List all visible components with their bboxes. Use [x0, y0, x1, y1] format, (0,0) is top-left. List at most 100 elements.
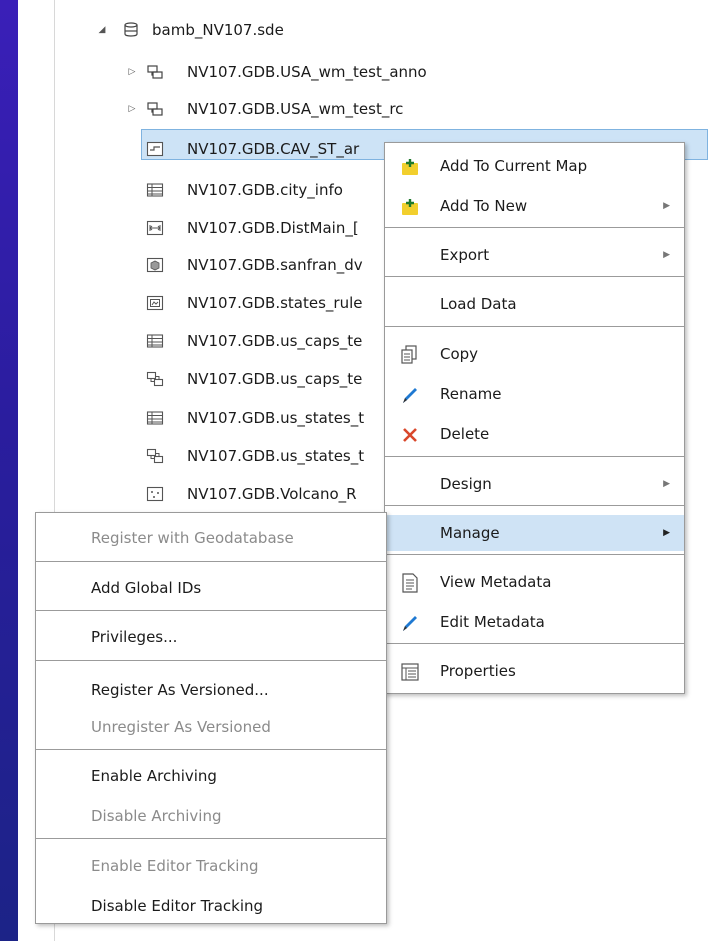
tree-item[interactable]: NV107.GDB.us_caps_te [125, 365, 425, 393]
expand-arrow[interactable]: ▷ [125, 95, 139, 123]
add-data-icon [402, 159, 418, 175]
menu-separator [36, 749, 386, 750]
line-feature-class-icon [146, 141, 164, 157]
menu-separator [36, 838, 386, 839]
submenu-item-disable-editor-tracking[interactable]: Disable Editor Tracking [36, 891, 386, 921]
table-icon [146, 334, 164, 348]
submenu-item-register-with-geodatabase: Register with Geodatabase [36, 523, 386, 553]
menu-item-add-to-new[interactable]: Add To New ▶ [385, 188, 684, 224]
menu-item-export[interactable]: Export ▶ [385, 237, 684, 273]
menu-separator [36, 660, 386, 661]
menu-item-load-data[interactable]: Load Data [385, 286, 684, 322]
expand-collapse-arrow[interactable]: ◢ [95, 16, 109, 44]
submenu-item-privileges[interactable]: Privileges... [36, 622, 386, 652]
tree-item-label: NV107.GDB.us_states_t [187, 409, 365, 427]
table-icon [146, 411, 164, 425]
properties-icon [401, 663, 419, 681]
pencil-icon [403, 616, 417, 631]
tree-item[interactable]: NV107.GDB.sanfran_dv [125, 251, 425, 279]
menu-separator [385, 456, 684, 457]
menu-item-delete[interactable]: Delete [385, 416, 684, 452]
point-feature-class-icon [146, 486, 164, 502]
submenu-item-label: Disable Editor Tracking [91, 897, 264, 915]
menu-item-label: Add To New [440, 197, 528, 215]
tree-item-label: NV107.GDB.us_caps_te [187, 370, 363, 388]
submenu-item-label: Register with Geodatabase [91, 529, 294, 547]
dimension-icon [146, 220, 164, 236]
menu-item-label: Load Data [440, 295, 517, 313]
tree-item-label: NV107.GDB.sanfran_dv [187, 256, 363, 274]
submenu-item-unregister-as-versioned: Unregister As Versioned [36, 712, 386, 742]
menu-separator [36, 561, 386, 562]
tree-item[interactable]: NV107.GDB.us_caps_te [125, 327, 425, 355]
database-icon [124, 22, 138, 37]
table-icon [146, 183, 164, 197]
submenu-item-label: Register As Versioned... [91, 681, 269, 699]
submenu-item-label: Enable Editor Tracking [91, 857, 259, 875]
tree-item[interactable]: NV107.GDB.states_rule [125, 289, 425, 317]
tree-item-label: NV107.GDB.states_rule [187, 294, 363, 312]
submenu-item-label: Enable Archiving [91, 767, 217, 785]
pencil-icon [403, 388, 417, 403]
menu-item-view-metadata[interactable]: View Metadata [385, 564, 684, 600]
menu-item-label: Manage [440, 524, 500, 542]
tree-item[interactable]: ▷ NV107.GDB.USA_wm_test_anno [125, 58, 427, 86]
raster-icon [146, 295, 164, 311]
menu-item-properties[interactable]: Properties [385, 653, 684, 689]
tree-item[interactable]: NV107.GDB.city_info [125, 176, 425, 204]
feature-dataset-icon [147, 65, 163, 79]
menu-item-copy[interactable]: Copy [385, 336, 684, 372]
relationship-class-icon [146, 371, 164, 387]
tree-item-label: NV107.GDB.Volcano_R [187, 485, 357, 503]
tree-item-label: NV107.GDB.DistMain_[ [187, 219, 359, 237]
menu-item-label: Export [440, 246, 490, 264]
menu-item-manage[interactable]: Manage ▶ [385, 515, 684, 551]
submenu-item-label: Privileges... [91, 628, 178, 646]
tree-item[interactable]: ▷ NV107.GDB.USA_wm_test_rc [125, 95, 425, 123]
menu-separator [385, 505, 684, 506]
submenu-arrow-icon: ▶ [663, 479, 670, 489]
menu-item-rename[interactable]: Rename [385, 376, 684, 412]
tree-item-label: NV107.GDB.CAV_ST_ar [187, 140, 360, 158]
menu-item-label: Add To Current Map [440, 157, 588, 175]
copy-icon [401, 345, 417, 364]
expand-arrow[interactable]: ▷ [125, 58, 139, 86]
menu-item-design[interactable]: Design ▶ [385, 466, 684, 502]
add-data-icon [402, 199, 418, 215]
submenu-item-disable-archiving: Disable Archiving [36, 801, 386, 831]
manage-submenu: Register with Geodatabase Add Global IDs P… [35, 512, 387, 924]
submenu-arrow-icon: ▶ [663, 528, 670, 538]
tree-item[interactable]: NV107.GDB.Volcano_R [125, 480, 425, 508]
submenu-item-label: Unregister As Versioned [91, 718, 271, 736]
tree-item-root[interactable]: ◢ bamb_NV107.sde [95, 16, 395, 44]
tree-item-label: bamb_NV107.sde [152, 21, 284, 39]
tree-item[interactable]: NV107.GDB.us_states_t [125, 404, 425, 432]
submenu-arrow-icon: ▶ [663, 250, 670, 260]
feature-dataset-icon [147, 102, 163, 116]
multipatch-icon [146, 257, 164, 273]
submenu-item-add-global-ids[interactable]: Add Global IDs [36, 573, 386, 603]
tree-item-label: NV107.GDB.USA_wm_test_anno [187, 63, 427, 81]
menu-separator [385, 554, 684, 555]
tree-item-label: NV107.GDB.USA_wm_test_rc [187, 100, 404, 118]
context-menu: Add To Current Map Add To New ▶ Export ▶ Load… [384, 142, 685, 694]
menu-item-label: View Metadata [440, 573, 552, 591]
submenu-item-label: Disable Archiving [91, 807, 222, 825]
tree-item-label: NV107.GDB.city_info [187, 181, 343, 199]
submenu-item-register-as-versioned[interactable]: Register As Versioned... [36, 675, 386, 705]
menu-item-label: Copy [440, 345, 479, 363]
menu-item-label: Edit Metadata [440, 613, 545, 631]
menu-item-edit-metadata[interactable]: Edit Metadata [385, 604, 684, 640]
delete-x-icon [403, 428, 417, 442]
tree-item[interactable]: NV107.GDB.us_states_t [125, 442, 425, 470]
tree-item[interactable]: NV107.GDB.CAV_ST_ar [125, 135, 425, 163]
submenu-item-enable-editor-tracking: Enable Editor Tracking [36, 851, 386, 881]
tree-item[interactable]: NV107.GDB.DistMain_[ [125, 214, 425, 242]
tree-item-label: NV107.GDB.us_caps_te [187, 332, 363, 350]
menu-separator [385, 643, 684, 644]
menu-item-label: Design [440, 475, 492, 493]
submenu-arrow-icon: ▶ [663, 201, 670, 211]
menu-item-add-to-current-map[interactable]: Add To Current Map [385, 148, 684, 184]
menu-separator [385, 326, 684, 327]
submenu-item-enable-archiving[interactable]: Enable Archiving [36, 761, 386, 791]
